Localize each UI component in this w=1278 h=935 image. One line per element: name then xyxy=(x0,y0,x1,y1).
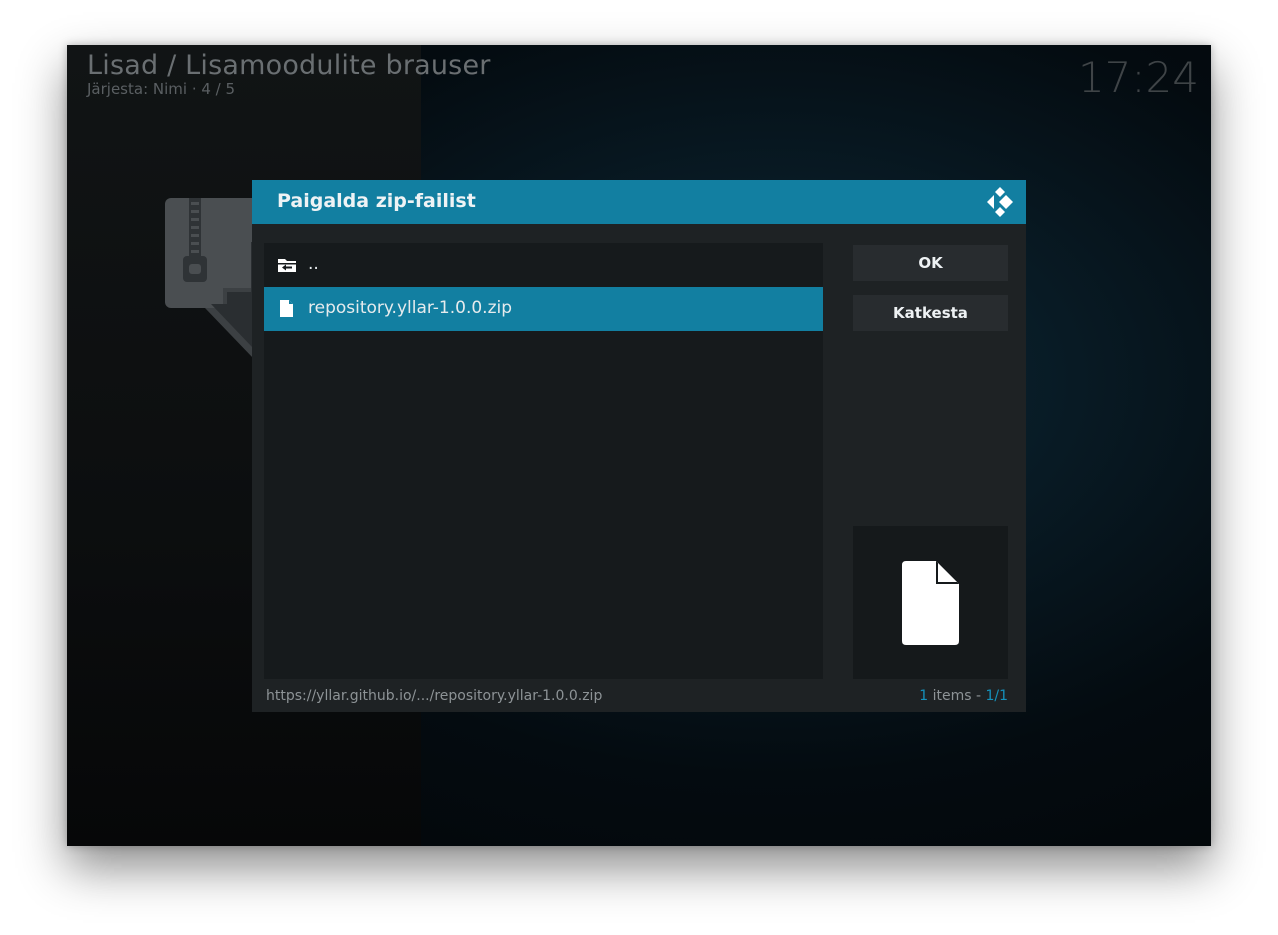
list-item-label: .. xyxy=(308,254,319,274)
list-item-zip[interactable]: repository.yllar-1.0.0.zip xyxy=(264,287,823,331)
sort-info: Järjesta: Nimi · 4 / 5 xyxy=(87,80,236,98)
items-count-value: 1 xyxy=(919,688,929,704)
list-item-parent[interactable]: .. xyxy=(264,243,823,287)
folder-back-icon xyxy=(278,259,296,272)
clock: 17:24 xyxy=(1077,53,1199,102)
kodi-window: Lisad / Lisamoodulite brauser Järjesta: … xyxy=(67,45,1211,846)
items-count: 1 items - 1/1 xyxy=(919,688,1008,704)
dialog-title: Paigalda zip-failist xyxy=(277,190,476,212)
file-icon xyxy=(902,561,959,645)
list-item-label: repository.yllar-1.0.0.zip xyxy=(308,298,512,318)
file-preview xyxy=(853,526,1008,679)
items-label: items - xyxy=(928,688,986,704)
cancel-button[interactable]: Katkesta xyxy=(853,295,1008,331)
file-icon xyxy=(280,300,293,317)
dialog-header: Paigalda zip-failist xyxy=(252,180,1026,224)
selected-file-path: https://yllar.github.io/.../repository.y… xyxy=(266,688,603,704)
ok-button[interactable]: OK xyxy=(853,245,1008,281)
breadcrumb-title: Lisad / Lisamoodulite brauser xyxy=(87,50,491,81)
kodi-logo-icon xyxy=(987,187,1013,217)
page-indicator: 1/1 xyxy=(985,688,1008,704)
file-list: .. repository.yllar-1.0.0.zip xyxy=(264,243,823,679)
install-from-zip-dialog: Paigalda zip-failist .. repository.yllar… xyxy=(252,180,1026,712)
